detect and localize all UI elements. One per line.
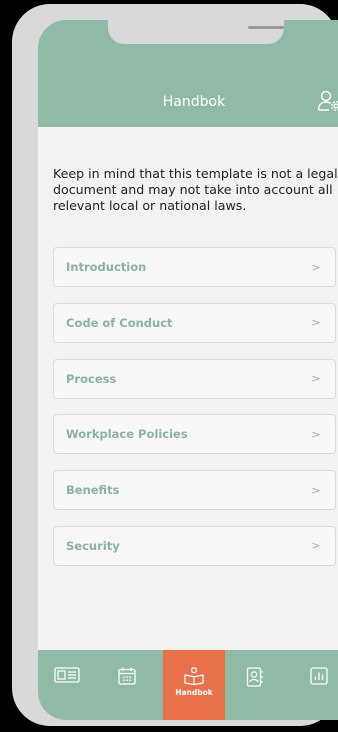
section-item-label: Process [66, 371, 117, 386]
section-list: Introduction > Code of Conduct > Process… [53, 247, 336, 582]
tab-label: Handbok [175, 688, 213, 697]
chevron-right-icon: > [311, 372, 321, 386]
section-item-process[interactable]: Process > [53, 358, 336, 399]
user-settings-icon[interactable] [317, 90, 338, 112]
tab-chart[interactable] [292, 650, 338, 720]
chevron-right-icon: > [311, 427, 321, 441]
chevron-right-icon: > [311, 483, 321, 497]
section-item-label: Introduction [66, 260, 147, 274]
tab-handbook[interactable]: Handbok [163, 650, 225, 720]
section-item-introduction[interactable]: Introduction > [53, 247, 336, 287]
tab-id-card[interactable] [40, 650, 94, 720]
contacts-icon [246, 667, 263, 687]
chart-icon [310, 667, 328, 685]
chevron-right-icon: > [311, 260, 321, 274]
page-title: Handbok [162, 94, 226, 110]
section-item-workplace-policies[interactable]: Workplace Policies > [53, 414, 336, 455]
app-screen: Handbok Keep in mind that this template … [38, 20, 338, 720]
device-notch [108, 20, 284, 44]
section-item-security[interactable]: Security > [53, 525, 336, 566]
section-item-label: Code of Conduct [66, 315, 173, 330]
section-item-label: Benefits [66, 483, 120, 498]
section-item-label: Workplace Policies [66, 427, 188, 442]
id-card-icon [54, 667, 80, 683]
bottom-tab-bar: Handbok [38, 650, 338, 720]
speaker-grille [248, 26, 284, 29]
calendar-icon [118, 667, 136, 685]
tab-calendar[interactable] [100, 650, 154, 720]
tab-contacts[interactable] [228, 650, 282, 720]
section-item-benefits[interactable]: Benefits > [53, 470, 336, 511]
section-item-code-of-conduct[interactable]: Code of Conduct > [53, 302, 336, 343]
chevron-right-icon: > [311, 316, 321, 330]
app-header: Handbok [38, 20, 338, 127]
disclaimer-text: Keep in mind that this template is not a… [53, 166, 338, 213]
section-item-label: Security [66, 538, 120, 553]
phone-frame: Handbok Keep in mind that this template … [12, 4, 338, 726]
chevron-right-icon: > [311, 539, 321, 553]
handbook-icon [184, 667, 204, 685]
